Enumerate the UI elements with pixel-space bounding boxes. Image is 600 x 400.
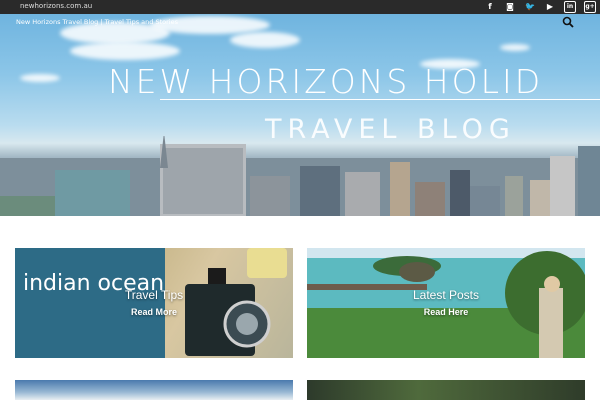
card-latest-posts[interactable]: Latest Posts Read Here <box>307 248 585 358</box>
site-tagline[interactable]: New Horizons Travel Blog | Travel Tips a… <box>16 18 178 26</box>
top-bar: newhorizons.com.au f ◙ 🐦 ▶ in g+ <box>0 0 600 14</box>
social-links: f ◙ 🐦 ▶ in g+ <box>484 1 596 13</box>
google-plus-icon[interactable]: g+ <box>584 1 596 13</box>
card-bottom-left[interactable] <box>15 380 293 400</box>
search-icon[interactable] <box>562 16 574 28</box>
cloud <box>70 42 180 60</box>
site-domain: newhorizons.com.au <box>20 2 93 10</box>
coast-photo <box>307 248 585 358</box>
hero-banner: New Horizons Travel Blog | Travel Tips a… <box>0 14 600 216</box>
instagram-icon[interactable]: ◙ <box>504 1 516 13</box>
youtube-icon[interactable]: ▶ <box>544 1 556 13</box>
cloud <box>500 44 530 51</box>
card-bottom-right[interactable] <box>307 380 585 400</box>
hero-title: NEW HORIZONS HOLID <box>108 62 544 101</box>
cloud <box>20 74 60 82</box>
read-here-link[interactable]: Read Here <box>307 307 585 317</box>
city-skyline <box>0 136 600 216</box>
linkedin-icon[interactable]: in <box>564 1 576 13</box>
card-travel-tips[interactable]: indian ocean Travel Tips Read More <box>15 248 293 358</box>
twitter-icon[interactable]: 🐦 <box>524 1 536 13</box>
travel-photo: indian ocean <box>15 248 287 358</box>
card-title: Latest Posts <box>412 288 480 302</box>
read-more-link[interactable]: Read More <box>15 307 293 317</box>
card-title: Travel Tips <box>124 288 184 302</box>
facebook-icon[interactable]: f <box>484 1 496 13</box>
cloud <box>230 32 300 48</box>
hero-divider <box>160 99 600 100</box>
